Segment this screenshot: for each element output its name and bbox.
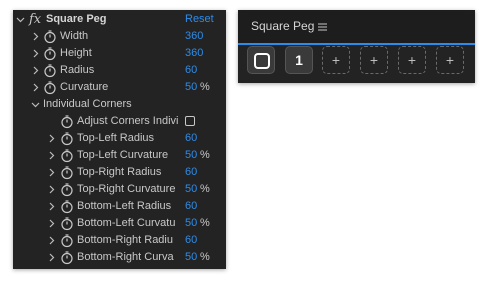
property-label: Bottom-Right Radiu (77, 234, 173, 246)
corner-row-top-left-radius[interactable]: Top-Left Radius 60 (13, 130, 226, 147)
plus-icon: + (369, 52, 379, 68)
plus-icon: + (407, 52, 417, 68)
property-row-curvature[interactable]: Curvature 50 % (13, 79, 226, 96)
corner-row-bottom-left-radius[interactable]: Bottom-Left Radius 60 (13, 198, 226, 215)
chevron-right-icon[interactable] (46, 133, 57, 144)
chevron-right-icon[interactable] (46, 218, 57, 229)
property-label: Radius (60, 64, 95, 76)
effect-controls-panel: fx Square Peg Reset Width 360 Height 360… (13, 10, 226, 269)
group-label: Individual Corners (43, 98, 132, 110)
add-preset-slot[interactable]: + (322, 46, 350, 74)
plus-icon: + (445, 52, 455, 68)
chevron-right-icon[interactable] (46, 184, 57, 195)
add-preset-slot[interactable]: + (360, 46, 388, 74)
corner-row-bottom-right-radius[interactable]: Bottom-Right Radiu 60 (13, 232, 226, 249)
property-label: Top-Right Curvature (77, 183, 176, 195)
property-unit: % (200, 81, 210, 93)
corner-row-bottom-left-curvature[interactable]: Bottom-Left Curvatu 50 % (13, 215, 226, 232)
property-label: Top-Left Radius (77, 132, 155, 144)
property-label: Curvature (60, 81, 109, 93)
property-value[interactable]: 60 (185, 130, 197, 147)
corner-row-bottom-right-curvature[interactable]: Bottom-Right Curva 50 % (13, 249, 226, 266)
preset-slot-square[interactable] (247, 46, 275, 74)
corner-row-top-right-radius[interactable]: Top-Right Radius 60 (13, 164, 226, 181)
panel-header: Square Peg (238, 10, 475, 43)
chevron-down-icon[interactable] (15, 14, 26, 25)
property-unit: % (200, 149, 210, 161)
preset-slot-label: 1 (295, 52, 303, 68)
property-row-adjust-corners[interactable]: Adjust Corners Indivi (13, 113, 226, 130)
chevron-down-icon[interactable] (30, 99, 41, 110)
rounded-square-icon (254, 53, 270, 69)
stopwatch-icon[interactable] (60, 216, 74, 231)
stopwatch-icon[interactable] (43, 29, 57, 44)
property-value[interactable]: 50 (185, 79, 197, 96)
chevron-right-icon[interactable] (30, 82, 41, 93)
stopwatch-icon[interactable] (60, 182, 74, 197)
property-row-height[interactable]: Height 360 (13, 45, 226, 62)
property-value[interactable]: 50 (185, 249, 197, 266)
property-value[interactable]: 50 (185, 215, 197, 232)
property-value[interactable]: 50 (185, 147, 197, 164)
chevron-right-icon[interactable] (30, 31, 41, 42)
chevron-right-icon[interactable] (30, 65, 41, 76)
property-label: Top-Right Radius (77, 166, 162, 178)
corner-row-top-left-curvature[interactable]: Top-Left Curvature 50 % (13, 147, 226, 164)
stopwatch-icon[interactable] (60, 199, 74, 214)
chevron-right-icon[interactable] (46, 150, 57, 161)
property-value[interactable]: 50 (185, 181, 197, 198)
plus-icon: + (331, 52, 341, 68)
property-label: Bottom-Left Radius (77, 200, 172, 212)
property-unit: % (200, 183, 210, 195)
property-label: Height (60, 47, 92, 59)
property-unit: % (200, 251, 210, 263)
property-row-width[interactable]: Width 360 (13, 28, 226, 45)
property-label: Width (60, 30, 89, 42)
stopwatch-icon[interactable] (60, 233, 74, 248)
add-preset-slot[interactable]: + (398, 46, 426, 74)
stopwatch-icon[interactable] (60, 131, 74, 146)
property-value[interactable]: 60 (185, 164, 197, 181)
stopwatch-icon[interactable] (43, 63, 57, 78)
square-peg-panel: Square Peg 1 + + + + (238, 10, 475, 83)
stopwatch-icon[interactable] (43, 80, 57, 95)
group-row-individual-corners[interactable]: Individual Corners (13, 96, 226, 113)
property-unit: % (200, 217, 210, 229)
effect-header-row[interactable]: fx Square Peg Reset (13, 11, 226, 28)
corner-row-top-right-curvature[interactable]: Top-Right Curvature 50 % (13, 181, 226, 198)
effect-name: Square Peg (46, 13, 107, 25)
chevron-right-icon[interactable] (46, 252, 57, 263)
property-value[interactable]: 60 (185, 232, 197, 249)
adjust-corners-checkbox[interactable] (185, 116, 195, 126)
chevron-right-icon[interactable] (30, 48, 41, 59)
add-preset-slot[interactable]: + (436, 46, 464, 74)
reset-button[interactable]: Reset (185, 11, 214, 28)
panel-active-indicator (238, 43, 475, 45)
property-row-radius[interactable]: Radius 60 (13, 62, 226, 79)
property-value[interactable]: 360 (185, 28, 203, 45)
property-label: Top-Left Curvature (77, 149, 169, 161)
hamburger-menu-icon[interactable] (318, 23, 327, 31)
preset-slot-1[interactable]: 1 (285, 46, 313, 74)
property-label: Bottom-Right Curva (77, 251, 174, 263)
stopwatch-icon[interactable] (43, 46, 57, 61)
stopwatch-icon[interactable] (60, 148, 74, 163)
property-label: Bottom-Left Curvatu (77, 217, 176, 229)
stopwatch-icon[interactable] (60, 165, 74, 180)
panel-title: Square Peg (251, 19, 315, 33)
chevron-right-icon[interactable] (46, 201, 57, 212)
property-value[interactable]: 360 (185, 45, 203, 62)
property-label: Adjust Corners Indivi (77, 115, 179, 127)
stopwatch-icon[interactable] (60, 250, 74, 265)
fx-icon: fx (29, 12, 42, 27)
chevron-right-icon[interactable] (46, 167, 57, 178)
property-value[interactable]: 60 (185, 198, 197, 215)
stopwatch-icon[interactable] (60, 114, 74, 129)
property-value[interactable]: 60 (185, 62, 197, 79)
chevron-right-icon[interactable] (46, 235, 57, 246)
